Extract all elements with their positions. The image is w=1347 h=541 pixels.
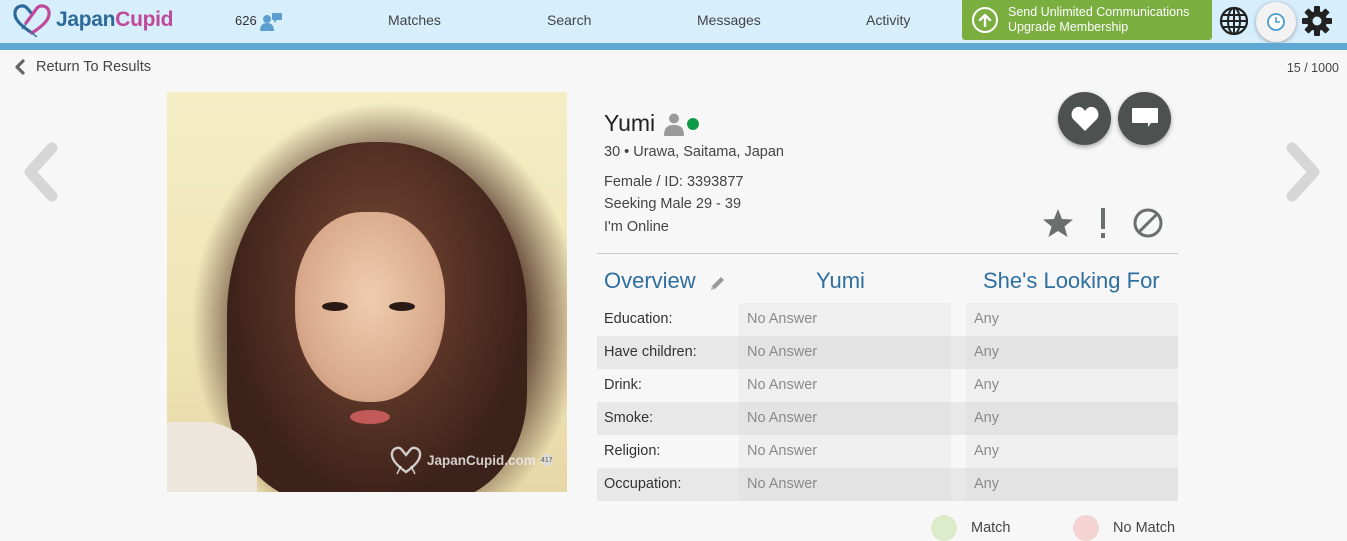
user-column-heading: Yumi [816, 268, 865, 293]
return-label: Return To Results [36, 59, 151, 75]
user-answer: No Answer [747, 443, 818, 459]
profile-name-row: Yumi [604, 110, 701, 137]
user-answer-cell: No Answer [739, 402, 951, 435]
heart-logo-icon [13, 4, 51, 37]
user-answer-cell: No Answer [739, 336, 951, 369]
user-answer: No Answer [747, 410, 818, 426]
section-divider [597, 253, 1178, 254]
block-icon [1133, 208, 1163, 238]
row-label: Religion: [604, 443, 661, 459]
site-logo[interactable]: JapanCupid [12, 3, 173, 37]
age-location: 30 • Urawa, Saitama, Japan [604, 144, 784, 160]
previous-profile-arrow[interactable] [20, 140, 60, 204]
header-stripe [0, 43, 1347, 50]
overview-row: Smoke: No Answer Any [597, 402, 1178, 435]
looking-for-cell: Any [966, 402, 1178, 435]
online-count: 626 [235, 13, 257, 28]
user-answer-cell: No Answer [739, 468, 951, 501]
user-answer: No Answer [747, 311, 818, 327]
photo-count-badge: 417 [540, 454, 553, 466]
looking-for-answer: Any [974, 476, 999, 492]
logo-text-cupid: Cupid [115, 8, 174, 31]
looking-for-cell: Any [966, 303, 1178, 336]
seeking-info: Seeking Male 29 - 39 [604, 196, 742, 212]
user-answer-cell: No Answer [739, 303, 951, 336]
exclamation-icon [1101, 208, 1105, 238]
overview-row: Occupation: No Answer Any [597, 468, 1178, 501]
nav-messages[interactable]: Messages [697, 12, 761, 28]
overview-heading: Overview [604, 268, 696, 293]
gender-id: Female / ID: 3393877 [604, 174, 744, 190]
overview-row: Drink: No Answer Any [597, 369, 1178, 402]
report-button[interactable] [1092, 206, 1114, 240]
chevron-left-icon [15, 59, 25, 75]
upgrade-membership-button[interactable]: Send Unlimited Communications Upgrade Me… [962, 0, 1212, 40]
favorite-button[interactable] [1041, 206, 1075, 240]
row-label: Smoke: [604, 410, 654, 426]
top-nav-bar: JapanCupid 626 Matches Search Messages A… [0, 0, 1347, 43]
row-label: Drink: [604, 377, 642, 393]
heart-icon [1071, 106, 1098, 131]
photo-watermark: JapanCupid.com 417 [389, 444, 553, 476]
pencil-edit-icon[interactable] [709, 275, 726, 292]
user-answer: No Answer [747, 476, 818, 492]
looking-for-answer: Any [974, 443, 999, 459]
clock-icon [1267, 13, 1285, 31]
online-users-counter[interactable]: 626 [235, 9, 282, 32]
result-pager: 15 / 1000 [1286, 61, 1339, 75]
online-status-dot [686, 116, 701, 131]
looking-for-column-heading: She's Looking For [983, 268, 1160, 293]
overview-row: Religion: No Answer Any [597, 435, 1178, 468]
arrow-up-circle-icon [972, 7, 998, 33]
user-answer-cell: No Answer [739, 435, 951, 468]
row-label: Have children: [604, 344, 697, 360]
user-answer: No Answer [747, 344, 818, 360]
gear-icon[interactable] [1301, 5, 1333, 37]
row-label: Occupation: [604, 476, 682, 492]
return-to-results-link[interactable]: Return To Results [14, 59, 151, 75]
like-button[interactable] [1058, 92, 1111, 145]
overview-row: Have children: No Answer Any [597, 336, 1178, 369]
block-button[interactable] [1131, 206, 1165, 240]
users-chat-icon [259, 13, 282, 31]
looking-for-cell: Any [966, 336, 1178, 369]
user-answer-cell: No Answer [739, 369, 951, 402]
person-icon [664, 113, 685, 136]
no-match-legend-dot [1073, 515, 1099, 541]
looking-for-cell: Any [966, 435, 1178, 468]
profile-name: Yumi [604, 110, 656, 136]
logo-text-japan: Japan [56, 8, 116, 31]
looking-for-answer: Any [974, 311, 999, 327]
activity-clock-button[interactable] [1256, 2, 1296, 42]
upgrade-line2: Upgrade Membership [1008, 20, 1129, 34]
chat-bubble-icon [1131, 107, 1158, 127]
watermark-text: JapanCupid.com [427, 452, 536, 468]
next-profile-arrow[interactable] [1284, 140, 1324, 204]
looking-for-cell: Any [966, 369, 1178, 402]
match-legend-dot [931, 515, 957, 541]
send-message-button[interactable] [1118, 92, 1171, 145]
nav-search[interactable]: Search [547, 12, 591, 28]
overview-row: Education: No Answer Any [597, 303, 1178, 336]
looking-for-answer: Any [974, 344, 999, 360]
star-icon [1043, 209, 1073, 237]
looking-for-answer: Any [974, 377, 999, 393]
looking-for-answer: Any [974, 410, 999, 426]
nav-matches[interactable]: Matches [388, 12, 441, 28]
globe-icon[interactable] [1218, 5, 1250, 37]
row-label: Education: [604, 311, 673, 327]
looking-for-cell: Any [966, 468, 1178, 501]
profile-photo[interactable]: JapanCupid.com 417 [167, 92, 567, 492]
heart-watermark-icon [390, 446, 422, 475]
online-status-text: I'm Online [604, 219, 669, 235]
user-answer: No Answer [747, 377, 818, 393]
nav-activity[interactable]: Activity [866, 12, 910, 28]
upgrade-line1: Send Unlimited Communications [1008, 5, 1190, 19]
